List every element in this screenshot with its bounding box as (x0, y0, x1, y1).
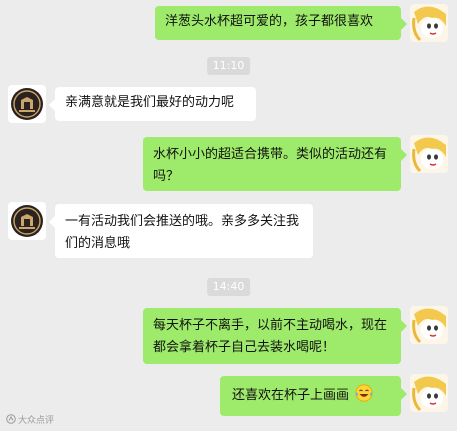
cartoon-girl-avatar-icon (410, 4, 448, 42)
outgoing-message-bubble[interactable]: 每天杯子不离手，以前不主动喝水，现在都会拿着杯子自己去装水喝呢！ (143, 308, 407, 364)
message-row: 每天杯子不离手，以前不主动喝水，现在都会拿着杯子自己去装水喝呢！ (0, 306, 457, 364)
shop-badge-avatar-icon (8, 202, 46, 240)
cartoon-girl-avatar-icon (410, 135, 448, 173)
incoming-message-bubble[interactable]: 一有活动我们会推送的哦。亲多多关注我们的消息哦 (49, 204, 313, 258)
outgoing-message-bubble[interactable]: 洋葱头水杯超可爱的，孩子都很喜欢 (155, 6, 407, 40)
laughing-tears-emoji-icon (355, 384, 373, 410)
incoming-message-bubble[interactable]: 亲满意就是我们最好的动力呢 (49, 87, 256, 121)
user-avatar[interactable] (410, 306, 448, 344)
chat-area: 洋葱头水杯超可爱的，孩子都很喜欢 11:10 亲满意就是我们最好的动力呢 水杯小… (0, 0, 457, 431)
dianping-logo-icon (6, 414, 16, 428)
message-row: 洋葱头水杯超可爱的，孩子都很喜欢 (0, 4, 457, 42)
outgoing-message-bubble[interactable]: 水杯小小的超适合携带。类似的活动还有吗？ (143, 137, 407, 191)
shop-avatar[interactable] (8, 202, 46, 240)
cartoon-girl-avatar-icon (410, 306, 448, 344)
shop-badge-avatar-icon (8, 85, 46, 123)
message-row: 还喜欢在杯子上画画 (0, 374, 457, 418)
watermark: 大众点评 (6, 414, 54, 428)
user-avatar[interactable] (410, 135, 448, 173)
message-row: 一有活动我们会推送的哦。亲多多关注我们的消息哦 (0, 202, 457, 258)
message-row: 亲满意就是我们最好的动力呢 (0, 85, 457, 125)
user-avatar[interactable] (410, 4, 448, 42)
cartoon-girl-avatar-icon (410, 374, 448, 412)
watermark-text: 大众点评 (18, 416, 55, 426)
timestamp-label: 14:40 (206, 278, 251, 296)
timestamp-label: 11:10 (206, 57, 251, 75)
shop-avatar[interactable] (8, 85, 46, 123)
outgoing-message-bubble[interactable]: 还喜欢在杯子上画画 (220, 376, 407, 416)
message-text: 还喜欢在杯子上画画 (232, 388, 350, 403)
message-row: 水杯小小的超适合携带。类似的活动还有吗？ (0, 135, 457, 191)
user-avatar[interactable] (410, 374, 448, 412)
